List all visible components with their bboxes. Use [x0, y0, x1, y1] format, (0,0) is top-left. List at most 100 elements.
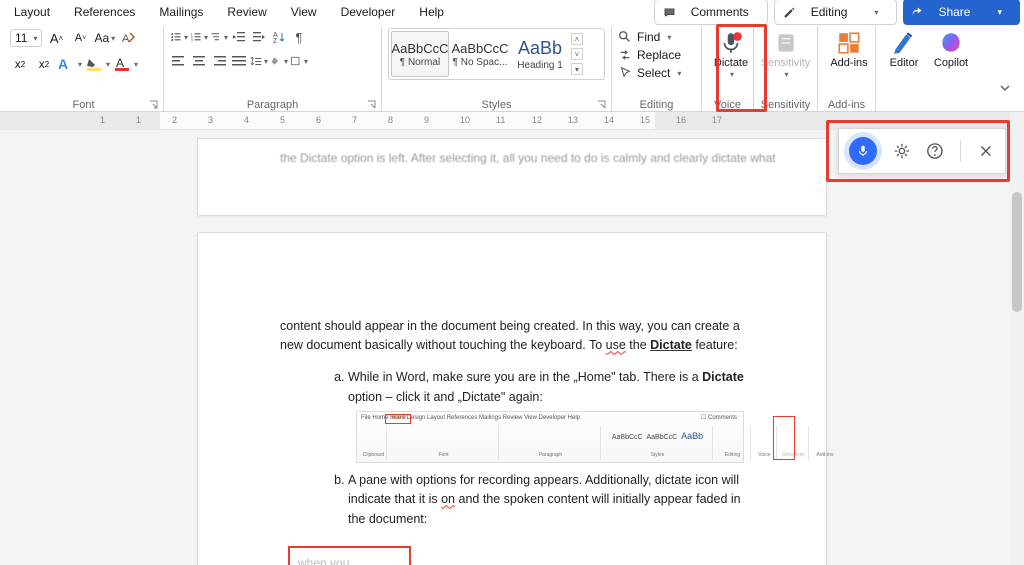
menu-bar: Layout References Mailings Review View D… [0, 0, 1024, 24]
font-color-button[interactable]: A▾ [114, 54, 138, 74]
justify-button[interactable] [230, 52, 248, 70]
list-item: While in Word, make sure you are in the … [348, 368, 744, 463]
align-left-button[interactable] [170, 52, 188, 70]
comments-label: Comments [681, 2, 759, 22]
ruler-tick: 6 [316, 115, 321, 125]
ruler-tick: 11 [496, 115, 505, 125]
chevron-down-icon: ▾ [677, 69, 681, 78]
scroll-thumb[interactable] [1012, 192, 1022, 312]
line-spacing-button[interactable]: ▾ [250, 52, 268, 70]
chevron-down-icon: ▾ [784, 70, 788, 79]
find-label: Find [637, 30, 660, 44]
grow-font-button[interactable]: A˄ [46, 28, 66, 48]
menu-references[interactable]: References [64, 2, 145, 22]
style-name: ¶ No Spac... [453, 57, 508, 68]
align-center-button[interactable] [190, 52, 208, 70]
superscript-button[interactable]: x2 [34, 54, 54, 74]
gallery-up-icon[interactable]: ˄ [571, 33, 583, 45]
comments-button[interactable]: Comments [654, 0, 768, 25]
replace-icon [618, 48, 632, 62]
copilot-label: Copilot [934, 57, 968, 69]
group-label-addins: Add-ins [818, 99, 875, 111]
replace-label: Replace [637, 48, 681, 62]
ruler-tick: 14 [604, 115, 614, 125]
microphone-icon [856, 144, 870, 158]
collapse-ribbon-button[interactable] [990, 26, 1020, 111]
styles-gallery[interactable]: AaBbCcC ¶ Normal AaBbCcC ¶ No Spac... Aa… [388, 28, 605, 80]
show-marks-button[interactable]: ¶ [290, 28, 308, 46]
addins-button[interactable]: Add-ins [824, 28, 874, 94]
font-size-value: 11 [15, 31, 27, 45]
select-button[interactable]: Select ▾ [618, 64, 695, 82]
menu-view[interactable]: View [281, 2, 327, 22]
subscript-button[interactable]: x2 [10, 54, 30, 74]
document-area[interactable]: the Dictate option is left. After select… [0, 130, 1024, 565]
ruler-tick: 2 [172, 115, 177, 125]
help-icon[interactable] [926, 142, 944, 160]
menu-help[interactable]: Help [409, 2, 454, 22]
style-normal[interactable]: AaBbCcC ¶ Normal [391, 31, 449, 77]
style-preview: AaBbCcC [391, 41, 448, 56]
decrease-indent-button[interactable] [230, 28, 248, 46]
ruler-tick: 16 [676, 115, 686, 125]
gallery-more-icon[interactable]: ▾ [571, 63, 583, 75]
dictate-button[interactable]: Dictate ▾ [706, 28, 756, 94]
inner-highlight-dictate [773, 416, 795, 460]
chevron-down-icon [998, 81, 1012, 95]
bullets-button[interactable]: ▾ [170, 28, 188, 46]
editing-mode-button[interactable]: Editing ▾ [774, 0, 898, 25]
copilot-button[interactable]: Copilot [929, 28, 973, 94]
borders-button[interactable]: ▾ [290, 52, 308, 70]
increase-indent-button[interactable] [250, 28, 268, 46]
close-icon[interactable] [977, 142, 995, 160]
style-no-spacing[interactable]: AaBbCcC ¶ No Spac... [451, 31, 509, 77]
vertical-scrollbar[interactable] [1010, 112, 1024, 565]
numbering-button[interactable]: 123▾ [190, 28, 208, 46]
chevron-down-icon: ▾ [864, 5, 888, 20]
sensitivity-button: Sensitivity ▾ [760, 28, 811, 94]
menu-layout[interactable]: Layout [4, 2, 60, 22]
sort-button[interactable]: AZ [270, 28, 288, 46]
gear-icon[interactable] [893, 142, 911, 160]
change-case-button[interactable]: Aa▾ [94, 28, 115, 48]
group-label-sensitivity: Sensitivity [754, 99, 817, 111]
ruler-tick: 15 [640, 115, 650, 125]
editor-button[interactable]: Editor [882, 28, 926, 94]
shading-button[interactable]: ▾ [270, 52, 288, 70]
chevron-down-icon: ▾ [730, 70, 734, 79]
select-label: Select [637, 66, 670, 80]
highlight-button[interactable]: ▾ [86, 54, 110, 74]
style-heading1[interactable]: AaBb Heading 1 [511, 31, 569, 77]
share-button[interactable]: Share ▾ [903, 0, 1020, 25]
search-icon [618, 30, 632, 44]
page-1[interactable]: the Dictate option is left. After select… [197, 138, 827, 216]
font-size-combo[interactable]: 11▾ [10, 29, 42, 47]
page-2[interactable]: content should appear in the document be… [197, 232, 827, 565]
gallery-down-icon[interactable]: ˅ [571, 48, 583, 60]
dictation-mic-button[interactable] [849, 137, 877, 165]
copilot-icon [938, 30, 964, 56]
text-effects-button[interactable]: A▾ [58, 54, 82, 74]
menu-mailings[interactable]: Mailings [149, 2, 213, 22]
align-right-button[interactable] [210, 52, 228, 70]
shrink-font-button[interactable]: A˅ [70, 28, 90, 48]
multilevel-list-button[interactable]: ▾ [210, 28, 228, 46]
menu-developer[interactable]: Developer [331, 2, 406, 22]
sensitivity-icon [773, 30, 799, 56]
clear-formatting-button[interactable]: A [119, 28, 139, 48]
styles-expand[interactable]: ˄ ˅ ▾ [571, 31, 585, 77]
menu-review[interactable]: Review [217, 2, 276, 22]
find-button[interactable]: Find ▾ [618, 28, 695, 46]
paragraph-dialog-launcher[interactable] [367, 99, 377, 109]
ruler-tick: 7 [352, 115, 357, 125]
replace-button[interactable]: Replace [618, 46, 695, 64]
share-icon [911, 6, 923, 18]
list-item: A pane with options for recording appear… [348, 471, 744, 529]
ruler-tick: 3 [208, 115, 213, 125]
chevron-down-icon: ▾ [987, 4, 1012, 21]
font-dialog-launcher[interactable] [149, 99, 159, 109]
ruler-tick: 10 [460, 115, 470, 125]
styles-dialog-launcher[interactable] [597, 99, 607, 109]
pencil-icon [783, 6, 796, 19]
editor-icon [891, 30, 917, 56]
